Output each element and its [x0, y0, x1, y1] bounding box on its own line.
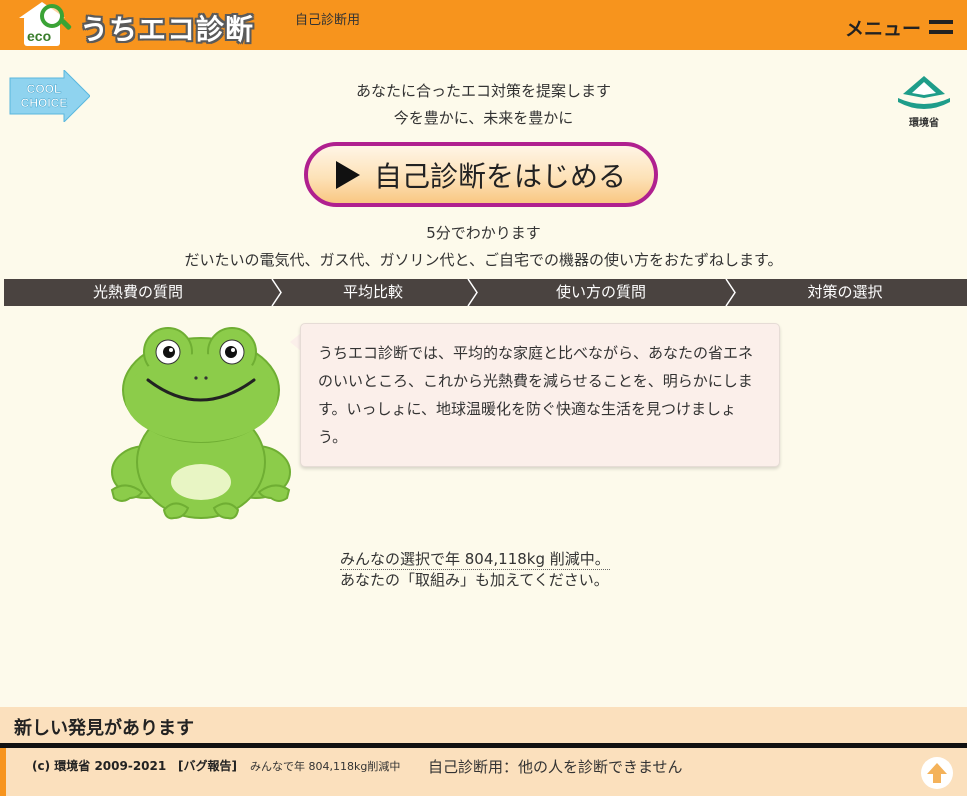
magnifier-handle — [59, 18, 73, 31]
speech-bubble: うちエコ診断では、平均的な家庭と比べながら、あなたの省エネのいいところ、これから… — [300, 323, 780, 467]
step-2: 平均比較 — [342, 283, 403, 301]
bug-report-link[interactable]: [バグ報告] — [178, 757, 237, 774]
footer-bar: (c) 環境省 2009-2021 [バグ報告] みんなで年 804,118kg… — [0, 748, 967, 796]
duration-note: 5分でわかります — [426, 224, 541, 242]
start-diagnosis-button[interactable]: 自己診断をはじめる — [304, 142, 658, 207]
step-3: 使い方の質問 — [555, 283, 646, 301]
menu-button[interactable]: メニュー — [845, 14, 954, 40]
header-bar: eco うちエコ診断 自己診断用 メニュー — [0, 0, 967, 50]
step-1: 光熱費の質問 — [92, 283, 183, 301]
magnifier-icon — [40, 4, 64, 28]
intro-line-1: あなたに合ったエコ対策を提案します — [355, 82, 611, 100]
frog-mascot — [108, 322, 293, 522]
step-4: 対策の選択 — [807, 283, 883, 301]
start-button-label: 自己診断をはじめる — [373, 159, 626, 193]
bubble-text: うちエコ診断では、平均的な家庭と比べながら、あなたの省エネのいいところ、これから… — [318, 344, 754, 446]
chevron-right-icon — [271, 279, 282, 306]
discover-title: 新しい発見があります — [14, 718, 194, 739]
hamburger-icon — [929, 20, 954, 34]
logo-eco-text: eco — [27, 28, 52, 44]
footer-message: 自己診断用：他の人を診断できません — [428, 758, 683, 776]
stats-line-1: みんなの選択で年 804,118kg 削減中。 — [340, 550, 610, 570]
steps-bar: 光熱費の質問 平均比較 使い方の質問 対策の選択 — [4, 279, 967, 306]
chevron-right-icon — [725, 279, 736, 306]
logo-title: うちエコ診断 — [80, 13, 255, 46]
footer-stat-text: みんなで年 804,118kg削減中 — [250, 760, 401, 773]
app-logo[interactable]: eco うちエコ診断 — [19, 2, 253, 48]
description-note: だいたいの電気代、ガス代、ガソリン代と、ご自宅での機器の使い方をおたずねします。 — [184, 251, 783, 269]
back-to-top-button[interactable] — [921, 757, 953, 789]
menu-label: メニュー — [845, 17, 922, 40]
discover-section: 新しい発見があります — [0, 707, 967, 743]
play-icon — [335, 160, 360, 189]
arrow-up-icon — [922, 758, 952, 788]
intro-line-2: 今を豊かに、未来を豊かに — [393, 109, 574, 127]
stats-line-2: あなたの「取組み」も加えてください。 — [340, 571, 609, 589]
header-subtitle: 自己診断用 — [295, 13, 361, 28]
reduction-stats: みんなの選択で年 804,118kg 削減中。 あなたの「取組み」も加えてくださ… — [340, 549, 610, 590]
chevron-right-icon — [467, 279, 478, 306]
copyright-text: (c) 環境省 2009-2021 — [32, 759, 167, 773]
